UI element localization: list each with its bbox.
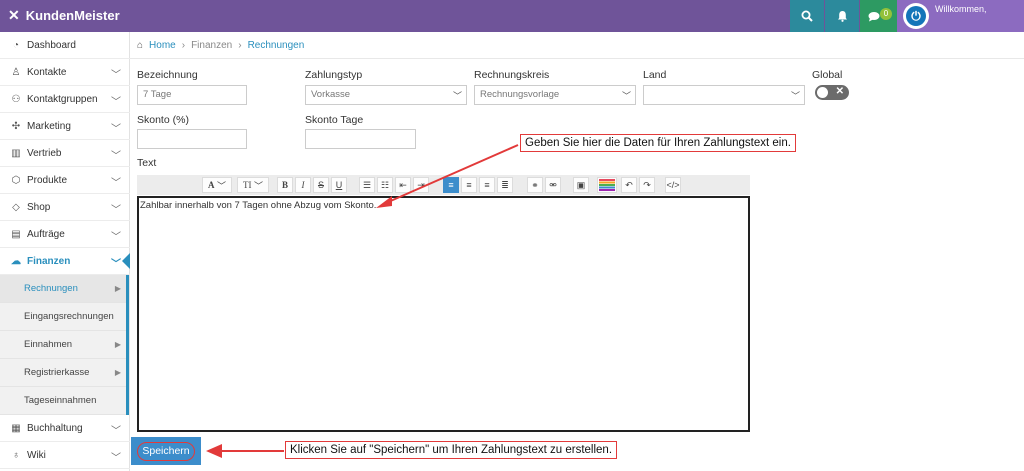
arrow-head: [376, 196, 392, 208]
annotation-arrows: [206, 144, 519, 458]
arrow-line: [385, 144, 519, 204]
arrow-head: [206, 444, 222, 458]
